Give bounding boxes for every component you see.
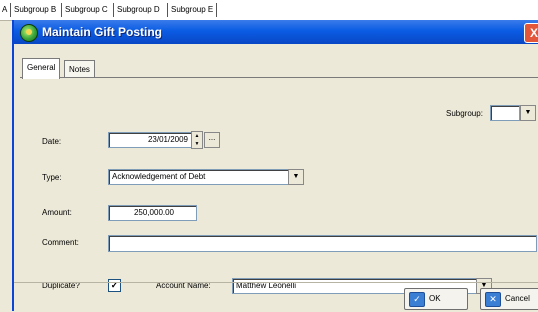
date-field[interactable]: 23/01/2009 [108, 132, 192, 148]
background-tab-strip: A Subgroup B Subgroup C Subgroup D Subgr… [0, 0, 538, 21]
subgroup-label: Subgroup: [446, 109, 483, 118]
tab-separator [61, 3, 62, 17]
window-title: Maintain Gift Posting [42, 25, 162, 39]
title-bar[interactable]: Maintain Gift Posting X [14, 20, 538, 44]
tab-separator [113, 3, 114, 17]
amount-label: Amount: [42, 208, 72, 217]
bg-tab-subgroup-d[interactable]: Subgroup D [117, 5, 160, 14]
footer-divider [14, 282, 538, 283]
tab-separator [10, 3, 11, 17]
type-dropdown-icon[interactable]: ▼ [288, 169, 304, 185]
cancel-label: Cancel [505, 294, 530, 303]
date-label: Date: [42, 137, 62, 146]
bg-tab-subgroup-c[interactable]: Subgroup C [65, 5, 108, 14]
form-area: Subgroup: ▼ Date: 23/01/2009 ▲ ▼ ... Typ… [20, 78, 538, 298]
tab-separator [167, 3, 168, 17]
date-picker-button[interactable]: ... [204, 132, 220, 148]
subgroup-dropdown-icon[interactable]: ▼ [520, 105, 536, 121]
cancel-button[interactable]: ✕ Cancel [480, 288, 538, 310]
duplicate-checkbox[interactable]: ✓ [108, 279, 121, 292]
bg-tab-subgroup-b[interactable]: Subgroup B [14, 5, 56, 14]
general-tab-panel: Subgroup: ▼ Date: 23/01/2009 ▲ ▼ ... Typ… [20, 77, 538, 312]
date-spinner[interactable]: ▲ ▼ [191, 131, 203, 149]
comment-label: Comment: [42, 238, 79, 247]
comment-field[interactable] [108, 235, 537, 252]
tab-notes[interactable]: Notes [64, 60, 95, 78]
tab-separator [216, 3, 217, 17]
subgroup-select[interactable] [490, 105, 520, 121]
type-select[interactable]: Acknowledgement of Debt [108, 169, 289, 185]
cancel-icon: ✕ [485, 292, 501, 307]
close-button[interactable]: X [524, 23, 538, 43]
spin-up-icon[interactable]: ▲ [192, 132, 202, 140]
tab-general[interactable]: General [22, 58, 61, 79]
maintain-gift-posting-window: Maintain Gift Posting X General Notes Su… [12, 20, 538, 312]
bg-tab-a[interactable]: A [2, 5, 7, 14]
ok-icon: ✓ [409, 292, 425, 307]
bg-tab-subgroup-e[interactable]: Subgroup E [171, 5, 213, 14]
ok-label: OK [429, 294, 441, 303]
spin-down-icon[interactable]: ▼ [192, 140, 202, 148]
app-icon [20, 24, 38, 42]
type-label: Type: [42, 173, 62, 182]
amount-field[interactable]: 250,000.00 [108, 205, 197, 221]
ok-button[interactable]: ✓ OK [404, 288, 468, 310]
